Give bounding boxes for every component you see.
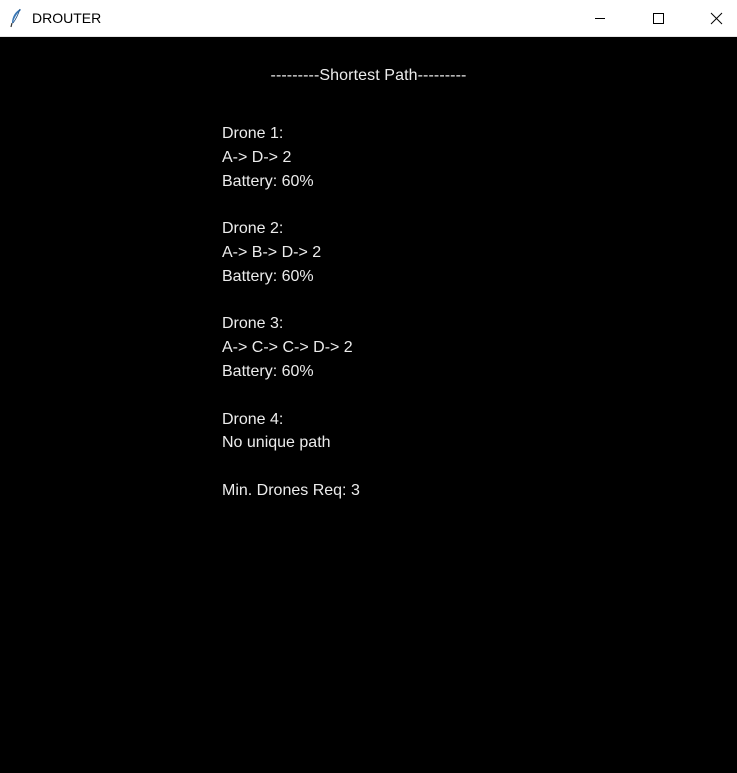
window-title: DROUTER [32, 10, 102, 26]
drone-entry: Drone 4: No unique path [222, 408, 360, 456]
drone-path: No unique path [222, 434, 331, 452]
minimize-button[interactable] [572, 0, 630, 37]
drone-entry: Drone 2: A-> B-> D-> 2 Battery: 60% [222, 217, 360, 288]
drone-path: A-> B-> D-> 2 [222, 243, 322, 261]
close-icon [710, 12, 723, 25]
drone-name: Drone 1: [222, 125, 284, 142]
drone-entry: Drone 1: A-> D-> 2 Battery: 60% [222, 122, 360, 193]
min-drones-summary: Min. Drones Req: 3 [222, 481, 360, 499]
drone-battery: Battery: 60% [222, 362, 314, 380]
drone-results: Drone 1: A-> D-> 2 Battery: 60% Drone 2:… [222, 122, 360, 503]
maximize-button[interactable] [630, 0, 688, 37]
drone-name: Drone 3: [222, 315, 284, 333]
drone-entry: Drone 3: A-> C-> C-> D-> 2 Battery: 60% [222, 312, 360, 383]
drone-path: A-> C-> C-> D-> 2 [222, 339, 353, 357]
app-window: DROUTER ---------Shortest Path--------- … [0, 0, 737, 773]
minimize-icon [595, 18, 605, 19]
drone-name: Drone 4: [222, 410, 284, 428]
drone-path: A-> D-> 2 [222, 148, 292, 166]
close-button[interactable] [688, 0, 737, 37]
title-bar[interactable]: DROUTER [0, 0, 737, 37]
drone-name: Drone 2: [222, 220, 284, 238]
feather-icon [9, 8, 23, 28]
drone-battery: Battery: 60% [222, 267, 314, 285]
maximize-icon [653, 13, 664, 24]
section-heading: ---------Shortest Path--------- [270, 67, 467, 84]
drone-battery: Battery: 60% [222, 172, 314, 190]
results-panel: ---------Shortest Path--------- Drone 1:… [0, 37, 737, 773]
